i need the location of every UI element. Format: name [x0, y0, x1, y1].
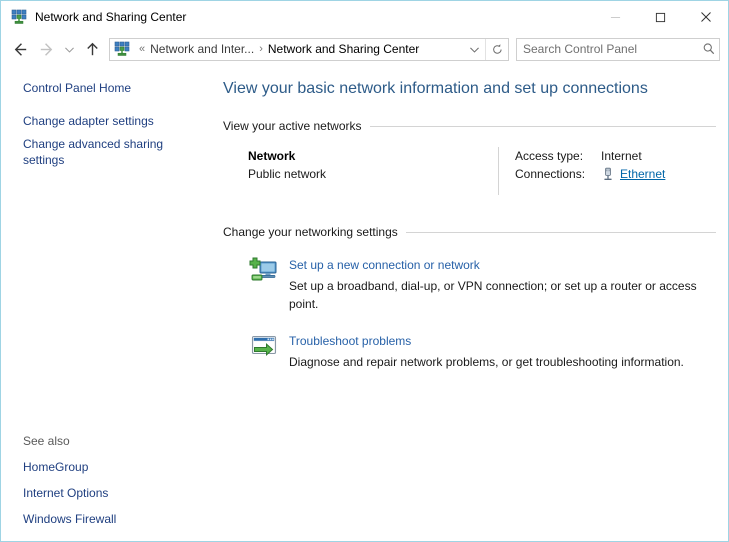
up-button[interactable]	[79, 36, 105, 62]
sidebar-item-windows-firewall[interactable]: Windows Firewall	[1, 511, 217, 527]
sidebar-item-internet-options[interactable]: Internet Options	[1, 485, 217, 501]
refresh-icon[interactable]	[485, 39, 508, 60]
task-title-troubleshoot-problems[interactable]: Troubleshoot problems	[289, 332, 684, 350]
close-button[interactable]	[683, 1, 728, 33]
task-body: Set up a new connection or network Set u…	[289, 253, 716, 313]
task-description-setup-new-connection: Set up a broadband, dial-up, or VPN conn…	[289, 277, 716, 313]
network-name: Network	[248, 147, 498, 165]
access-type-row: Access type: Internet	[515, 147, 665, 165]
address-bar[interactable]: « Network and Inter... › Network and Sha…	[109, 38, 509, 61]
task-description-troubleshoot-problems: Diagnose and repair network problems, or…	[289, 353, 684, 371]
active-networks-section-title: View your active networks	[223, 119, 362, 133]
back-button[interactable]	[7, 36, 33, 62]
task-troubleshoot-problems[interactable]: Troubleshoot problems Diagnose and repai…	[223, 329, 716, 371]
network-details: Access type: Internet Connections:	[498, 147, 665, 195]
networking-settings-section-header: Change your networking settings	[223, 225, 716, 239]
sidebar-item-homegroup[interactable]: HomeGroup	[1, 459, 217, 475]
navigation-toolbar: « Network and Inter... › Network and Sha…	[1, 33, 728, 65]
access-type-label: Access type:	[515, 147, 601, 165]
see-also-title: See also	[1, 433, 217, 449]
see-also-section: See also HomeGroup Internet Options Wind…	[1, 433, 217, 527]
maximize-button[interactable]	[638, 1, 683, 33]
main-pane: View your basic network information and …	[217, 65, 728, 541]
window-controls	[593, 1, 728, 33]
address-dropdown-chevron-down-icon[interactable]	[463, 39, 485, 60]
task-title-setup-new-connection[interactable]: Set up a new connection or network	[289, 256, 716, 274]
connections-row: Connections: Ethernet	[515, 165, 665, 183]
task-setup-new-connection[interactable]: Set up a new connection or network Set u…	[223, 253, 716, 313]
sidebar: Control Panel Home Change adapter settin…	[1, 65, 217, 541]
ethernet-connection-link[interactable]: Ethernet	[620, 165, 665, 183]
troubleshoot-icon	[248, 330, 280, 362]
active-networks-section-header: View your active networks	[223, 119, 716, 133]
window-title: Network and Sharing Center	[35, 11, 186, 23]
connections-label: Connections:	[515, 165, 601, 183]
task-body: Troubleshoot problems Diagnose and repai…	[289, 329, 684, 371]
network-identity: Network Public network	[248, 147, 498, 195]
section-divider	[406, 232, 716, 233]
title-bar: Network and Sharing Center	[1, 1, 728, 33]
network-profile-type: Public network	[248, 165, 498, 183]
search-box[interactable]	[516, 38, 720, 61]
forward-button[interactable]	[33, 36, 59, 62]
setup-connection-icon	[248, 254, 280, 286]
recent-locations-chevron-down-icon[interactable]	[59, 36, 79, 62]
section-divider	[370, 126, 716, 127]
access-type-value: Internet	[601, 147, 642, 165]
active-network-entry: Network Public network Access type: Inte…	[223, 147, 716, 195]
content-area: Control Panel Home Change adapter settin…	[1, 65, 728, 541]
sidebar-item-change-advanced-sharing-settings[interactable]: Change advanced sharing settings	[1, 136, 201, 168]
network-icon	[114, 41, 130, 57]
search-input[interactable]	[517, 42, 699, 56]
breadcrumb-overflow[interactable]: «	[134, 44, 150, 55]
breadcrumb-item-network-and-sharing-center[interactable]: Network and Sharing Center	[268, 43, 419, 55]
sidebar-item-control-panel-home[interactable]: Control Panel Home	[1, 80, 217, 96]
networking-settings-section-title: Change your networking settings	[223, 225, 398, 239]
search-icon[interactable]	[699, 39, 719, 60]
network-and-sharing-center-window: Network and Sharing Center	[0, 0, 729, 542]
minimize-button[interactable]	[593, 1, 638, 33]
breadcrumb-separator-icon: ›	[254, 44, 268, 55]
ethernet-icon	[601, 167, 615, 181]
network-icon	[11, 9, 27, 25]
sidebar-item-change-adapter-settings[interactable]: Change adapter settings	[1, 113, 217, 129]
breadcrumb-item-network-and-internet[interactable]: Network and Inter...	[150, 43, 254, 55]
page-title: View your basic network information and …	[223, 79, 716, 99]
